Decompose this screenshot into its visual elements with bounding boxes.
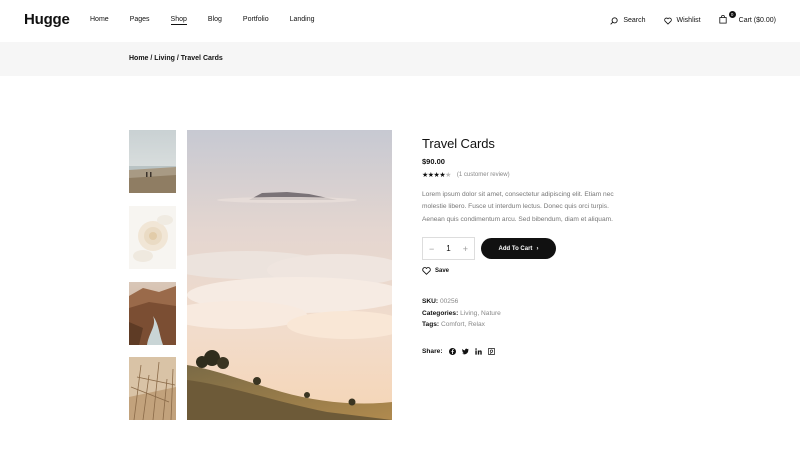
breadcrumb-home[interactable]: Home	[129, 55, 148, 62]
gallery-thumbnail-2[interactable]	[129, 206, 176, 269]
wishlist-label: Wishlist	[676, 17, 701, 24]
quantity-value[interactable]: 1	[446, 244, 450, 253]
share-row: Share:	[422, 348, 495, 355]
tags-value[interactable]: Comfort, Relax	[441, 321, 485, 328]
cart-label: Cart ($0.00)	[738, 17, 776, 24]
nav-portfolio[interactable]: Portfolio	[243, 16, 269, 23]
facebook-icon[interactable]	[448, 348, 456, 355]
share-label: Share:	[422, 348, 443, 355]
cart-count-badge: 0	[728, 11, 736, 18]
search-label: Search	[623, 17, 646, 24]
search-icon	[610, 16, 618, 25]
save-label: Save	[435, 268, 450, 274]
sku-value: 00256	[439, 298, 459, 305]
categories-label: Categories:	[422, 309, 459, 317]
shopping-bag-icon	[719, 14, 727, 24]
tags-label: Tags:	[422, 321, 440, 328]
thumb-beach-image	[129, 130, 176, 193]
gallery-thumbnail-1[interactable]	[129, 130, 176, 193]
product-price: $90.00	[422, 157, 445, 166]
thumb-flowers-image	[129, 206, 176, 269]
review-count-link[interactable]: (1 customer review)	[457, 172, 510, 178]
purchase-controls: − 1 + Add To Cart ›	[422, 237, 556, 260]
rating-stars: ★★★★★	[422, 172, 451, 179]
main-nav: Home Pages Shop Blog Portfolio Landing	[90, 16, 336, 25]
product-title: Travel Cards	[422, 136, 495, 151]
sku-label: SKU:	[422, 298, 439, 305]
categories-row: Categories: Living, Nature	[422, 308, 501, 320]
gallery-thumbnail-3[interactable]	[129, 282, 176, 345]
thumb-grass-image	[129, 357, 176, 420]
tags-row: Tags: Comfort, Relax	[422, 319, 501, 331]
product-rating: ★★★★★ (1 customer review)	[422, 171, 622, 179]
breadcrumb-living[interactable]: Living	[154, 55, 175, 62]
nav-shop[interactable]: Shop	[170, 16, 188, 25]
chevron-right-icon: ›	[536, 245, 539, 252]
breadcrumb-current: Travel Cards	[180, 55, 223, 62]
categories-value[interactable]: Living, Nature	[460, 310, 501, 317]
site-header: Hugge Home Pages Shop Blog Portfolio Lan…	[0, 0, 800, 42]
nav-home[interactable]: Home	[90, 16, 109, 23]
site-logo[interactable]: Hugge	[24, 11, 70, 28]
sea-of-clouds-image	[187, 130, 392, 420]
product-description: Lorem ipsum dolor sit amet, consectetur …	[422, 191, 614, 223]
quantity-increase-button[interactable]: +	[463, 244, 468, 254]
breadcrumb: Home / Living / Travel Cards	[129, 55, 223, 62]
thumb-canyon-image	[129, 282, 176, 345]
cart-icon-wrap: 0	[719, 11, 736, 26]
quantity-decrease-button[interactable]: −	[429, 244, 434, 254]
search-button[interactable]: Search	[610, 16, 646, 25]
heart-icon	[663, 17, 672, 25]
twitter-icon[interactable]	[461, 348, 469, 355]
add-to-cart-label: Add To Cart	[498, 245, 533, 252]
wishlist-button[interactable]: Wishlist	[663, 17, 701, 25]
heart-icon	[422, 267, 431, 275]
pinterest-icon[interactable]	[487, 348, 495, 355]
cart-button[interactable]: 0 Cart ($0.00)	[719, 11, 776, 26]
header-tools: Search Wishlist 0 Cart ($0.00)	[592, 11, 776, 26]
linkedin-icon[interactable]	[474, 348, 482, 355]
product-info: Travel Cards $90.00 ★★★★★ (1 customer re…	[422, 136, 622, 226]
nav-landing[interactable]: Landing	[290, 16, 315, 23]
save-to-wishlist-button[interactable]: Save	[422, 267, 449, 275]
quantity-stepper: − 1 +	[422, 237, 475, 260]
nav-blog[interactable]: Blog	[208, 16, 222, 23]
breadcrumb-bar: Home / Living / Travel Cards	[0, 42, 800, 76]
product-meta: SKU: 00256 Categories: Living, Nature Ta…	[422, 296, 501, 331]
add-to-cart-button[interactable]: Add To Cart ›	[481, 238, 556, 259]
sku-row: SKU: 00256	[422, 296, 501, 308]
nav-pages[interactable]: Pages	[130, 16, 150, 23]
product-main-image[interactable]	[187, 130, 392, 420]
gallery-thumbnail-4[interactable]	[129, 357, 176, 420]
